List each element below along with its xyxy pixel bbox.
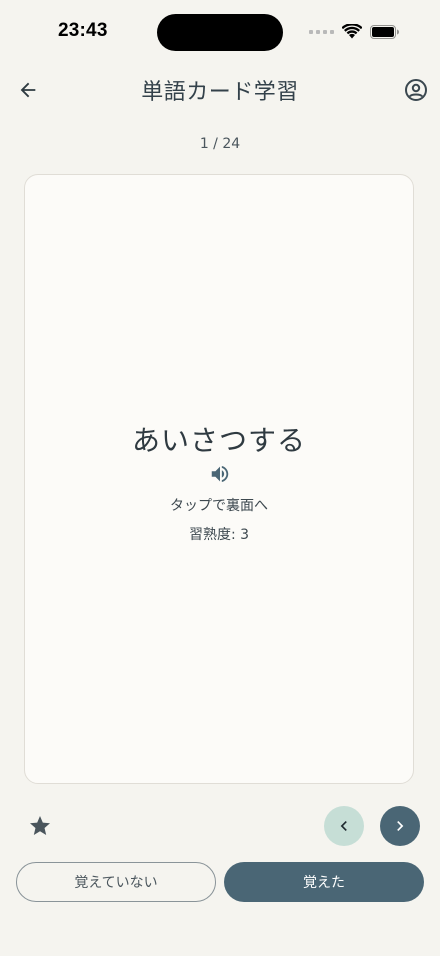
status-time: 23:43 [58, 20, 108, 41]
speaker-button[interactable] [209, 463, 231, 485]
status-icons [309, 24, 400, 39]
account-circle-icon [405, 79, 427, 101]
card-mastery: 習熟度: 3 [188, 527, 250, 543]
favorite-button[interactable] [26, 812, 54, 840]
card-counter: 1 / 24 [199, 136, 241, 152]
not-memorized-button[interactable]: 覚えていない [16, 862, 216, 902]
account-button[interactable] [400, 74, 432, 106]
wifi-icon [342, 24, 362, 39]
card-hint: タップで裏面へ [170, 498, 268, 514]
signal-dots-icon [309, 29, 334, 34]
dynamic-island [157, 14, 283, 51]
flashcard-screen: 23:43 単語カード学習 1 / 24 あいさつする タップで裏面へ 習熟度:… [0, 0, 440, 956]
page-title: 単語カード学習 [141, 80, 299, 105]
previous-card-button[interactable] [324, 806, 364, 846]
app-header: 単語カード学習 [0, 66, 440, 114]
status-bar: 23:43 [0, 0, 440, 64]
battery-icon [370, 24, 399, 39]
star-icon [30, 816, 50, 835]
memorized-button[interactable]: 覚えた [224, 862, 424, 902]
next-card-button[interactable] [380, 806, 420, 846]
chevron-left-icon [340, 821, 347, 831]
speaker-icon [211, 465, 229, 483]
flashcard[interactable]: あいさつする タップで裏面へ 習熟度: 3 [24, 174, 414, 784]
card-word: あいさつする [131, 424, 306, 457]
chevron-right-icon [397, 821, 404, 831]
